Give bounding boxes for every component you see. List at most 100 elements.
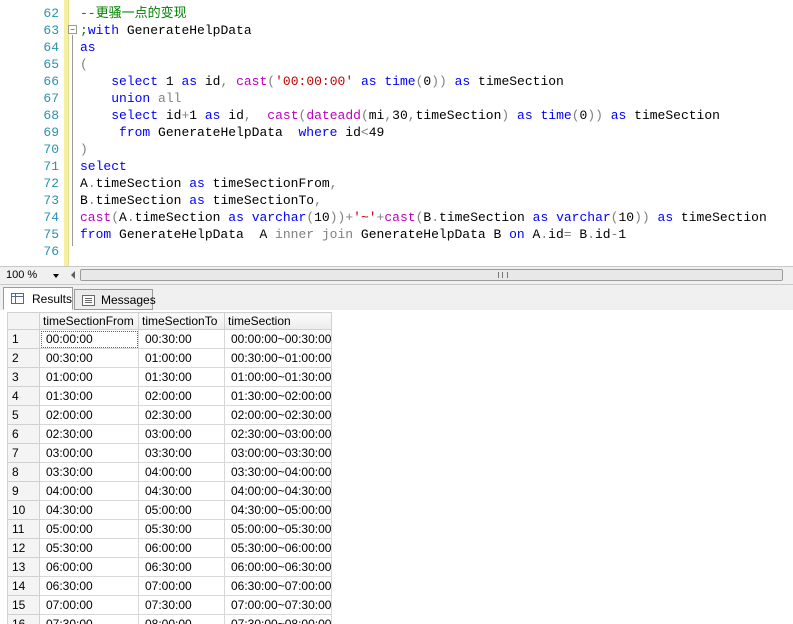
row-number[interactable]: 13 bbox=[7, 557, 40, 577]
table-cell[interactable]: 06:00:00 bbox=[138, 538, 225, 558]
table-cell[interactable]: 00:30:00 bbox=[138, 329, 225, 349]
row-number[interactable]: 15 bbox=[7, 595, 40, 615]
table-cell[interactable]: 01:30:00~02:00:00 bbox=[223, 386, 333, 406]
table-row[interactable]: 12 05:30:00 06:00:00 05:30:00~06:00:00 bbox=[7, 538, 333, 558]
scroll-left-arrow-icon[interactable] bbox=[71, 271, 75, 279]
table-cell[interactable]: 04:00:00 bbox=[39, 481, 139, 501]
table-cell[interactable]: 07:00:00~07:30:00 bbox=[223, 595, 333, 615]
row-number[interactable]: 7 bbox=[7, 443, 40, 463]
scrollbar-thumb[interactable] bbox=[80, 269, 783, 281]
table-cell[interactable]: 03:30:00 bbox=[138, 443, 225, 463]
row-number[interactable]: 1 bbox=[7, 329, 40, 349]
grid-corner[interactable] bbox=[7, 312, 40, 330]
code-line[interactable]: ( bbox=[80, 56, 88, 73]
code-line[interactable]: select id+1 as id, cast(dateadd(mi,30,ti… bbox=[80, 107, 720, 124]
table-row[interactable]: 6 02:30:00 03:00:00 02:30:00~03:00:00 bbox=[7, 424, 333, 444]
table-row[interactable]: 7 03:00:00 03:30:00 03:00:00~03:30:00 bbox=[7, 443, 333, 463]
table-cell[interactable]: 05:30:00 bbox=[138, 519, 225, 539]
code-line[interactable]: union all bbox=[80, 90, 181, 107]
sql-editor[interactable]: 62 63 64 65 66 67 68 69 70 71 72 73 74 75 76 − --更骚一点的… bbox=[0, 0, 793, 266]
table-row[interactable]: 4 01:30:00 02:00:00 01:30:00~02:00:00 bbox=[7, 386, 333, 406]
table-cell[interactable]: 05:30:00 bbox=[39, 538, 139, 558]
row-number[interactable]: 5 bbox=[7, 405, 40, 425]
table-cell[interactable]: 07:30:00 bbox=[39, 614, 139, 624]
table-row[interactable]: 10 04:30:00 05:00:00 04:30:00~05:00:00 bbox=[7, 500, 333, 520]
results-grid[interactable]: timeSectionFrom timeSectionTo timeSectio… bbox=[0, 310, 793, 624]
table-cell[interactable]: 06:00:00~06:30:00 bbox=[223, 557, 333, 577]
table-cell[interactable]: 03:30:00~04:00:00 bbox=[223, 462, 333, 482]
code-line[interactable]: select bbox=[80, 158, 127, 175]
column-header[interactable]: timeSectionTo bbox=[138, 312, 225, 330]
table-row[interactable]: 16 07:30:00 08:00:00 07:30:00~08:00:00 bbox=[7, 614, 333, 624]
table-cell[interactable]: 06:30:00~07:00:00 bbox=[223, 576, 333, 596]
row-number[interactable]: 9 bbox=[7, 481, 40, 501]
table-row[interactable]: 11 05:00:00 05:30:00 05:00:00~05:30:00 bbox=[7, 519, 333, 539]
table-row[interactable]: 15 07:00:00 07:30:00 07:00:00~07:30:00 bbox=[7, 595, 333, 615]
row-number[interactable]: 12 bbox=[7, 538, 40, 558]
table-cell[interactable]: 00:30:00 bbox=[39, 348, 139, 368]
code-line[interactable]: from GenerateHelpData where id<49 bbox=[80, 124, 384, 141]
row-number[interactable]: 8 bbox=[7, 462, 40, 482]
table-cell[interactable]: 02:00:00~02:30:00 bbox=[223, 405, 333, 425]
horizontal-scrollbar[interactable] bbox=[66, 268, 793, 283]
table-cell[interactable]: 01:00:00 bbox=[138, 348, 225, 368]
table-cell[interactable]: 06:30:00 bbox=[39, 576, 139, 596]
table-cell[interactable]: 01:30:00 bbox=[138, 367, 225, 387]
table-cell[interactable]: 00:00:00~00:30:00 bbox=[223, 329, 333, 349]
code-line[interactable]: select 1 as id, cast('00:00:00' as time(… bbox=[80, 73, 564, 90]
row-number[interactable]: 14 bbox=[7, 576, 40, 596]
row-number[interactable]: 2 bbox=[7, 348, 40, 368]
code-line[interactable]: B.timeSection as timeSectionTo, bbox=[80, 192, 322, 209]
table-row[interactable]: 5 02:00:00 02:30:00 02:00:00~02:30:00 bbox=[7, 405, 333, 425]
table-row[interactable]: 8 03:30:00 04:00:00 03:30:00~04:00:00 bbox=[7, 462, 333, 482]
code-line[interactable]: as bbox=[80, 39, 96, 56]
chevron-down-icon[interactable] bbox=[53, 274, 59, 278]
table-cell[interactable]: 04:00:00~04:30:00 bbox=[223, 481, 333, 501]
row-number[interactable]: 6 bbox=[7, 424, 40, 444]
table-row[interactable]: 3 01:00:00 01:30:00 01:00:00~01:30:00 bbox=[7, 367, 333, 387]
table-cell[interactable]: 01:00:00~01:30:00 bbox=[223, 367, 333, 387]
code-line[interactable]: from GenerateHelpData A inner join Gener… bbox=[80, 226, 626, 243]
row-number[interactable]: 16 bbox=[7, 614, 40, 624]
collapse-region-icon[interactable]: − bbox=[68, 25, 77, 34]
table-cell[interactable]: 02:30:00~03:00:00 bbox=[223, 424, 333, 444]
table-row[interactable]: 13 06:00:00 06:30:00 06:00:00~06:30:00 bbox=[7, 557, 333, 577]
table-cell[interactable]: 05:00:00 bbox=[39, 519, 139, 539]
table-cell[interactable]: 00:00:00 bbox=[39, 329, 139, 349]
table-cell[interactable]: 05:00:00~05:30:00 bbox=[223, 519, 333, 539]
table-cell[interactable]: 02:00:00 bbox=[39, 405, 139, 425]
row-number[interactable]: 11 bbox=[7, 519, 40, 539]
table-cell[interactable]: 05:30:00~06:00:00 bbox=[223, 538, 333, 558]
code-line[interactable]: ;with GenerateHelpData bbox=[80, 22, 252, 39]
table-cell[interactable]: 07:00:00 bbox=[138, 576, 225, 596]
table-cell[interactable]: 00:30:00~01:00:00 bbox=[223, 348, 333, 368]
table-cell[interactable]: 03:00:00 bbox=[39, 443, 139, 463]
table-cell[interactable]: 03:00:00 bbox=[138, 424, 225, 444]
tab-results[interactable]: Results bbox=[3, 287, 73, 310]
table-cell[interactable]: 07:30:00 bbox=[138, 595, 225, 615]
code-line[interactable]: cast(A.timeSection as varchar(10))+'~'+c… bbox=[80, 209, 767, 226]
table-row[interactable]: 9 04:00:00 04:30:00 04:00:00~04:30:00 bbox=[7, 481, 333, 501]
table-cell[interactable]: 05:00:00 bbox=[138, 500, 225, 520]
table-cell[interactable]: 04:30:00 bbox=[39, 500, 139, 520]
table-cell[interactable]: 01:30:00 bbox=[39, 386, 139, 406]
table-cell[interactable]: 07:00:00 bbox=[39, 595, 139, 615]
row-number[interactable]: 4 bbox=[7, 386, 40, 406]
table-cell[interactable]: 08:00:00 bbox=[138, 614, 225, 624]
table-cell[interactable]: 02:30:00 bbox=[39, 424, 139, 444]
table-cell[interactable]: 04:30:00 bbox=[138, 481, 225, 501]
zoom-dropdown[interactable]: 100 % bbox=[3, 268, 61, 283]
code-line[interactable]: A.timeSection as timeSectionFrom, bbox=[80, 175, 338, 192]
row-number[interactable]: 10 bbox=[7, 500, 40, 520]
table-cell[interactable]: 02:30:00 bbox=[138, 405, 225, 425]
table-cell[interactable]: 07:30:00~08:00:00 bbox=[223, 614, 333, 624]
row-number[interactable]: 3 bbox=[7, 367, 40, 387]
table-row[interactable]: 2 00:30:00 01:00:00 00:30:00~01:00:00 bbox=[7, 348, 333, 368]
table-cell[interactable]: 02:00:00 bbox=[138, 386, 225, 406]
table-row[interactable]: 1 00:00:00 00:30:00 00:00:00~00:30:00 bbox=[7, 329, 333, 349]
table-cell[interactable]: 03:00:00~03:30:00 bbox=[223, 443, 333, 463]
code-line[interactable]: ) bbox=[80, 141, 88, 158]
table-cell[interactable]: 01:00:00 bbox=[39, 367, 139, 387]
table-cell[interactable]: 06:30:00 bbox=[138, 557, 225, 577]
table-cell[interactable]: 06:00:00 bbox=[39, 557, 139, 577]
